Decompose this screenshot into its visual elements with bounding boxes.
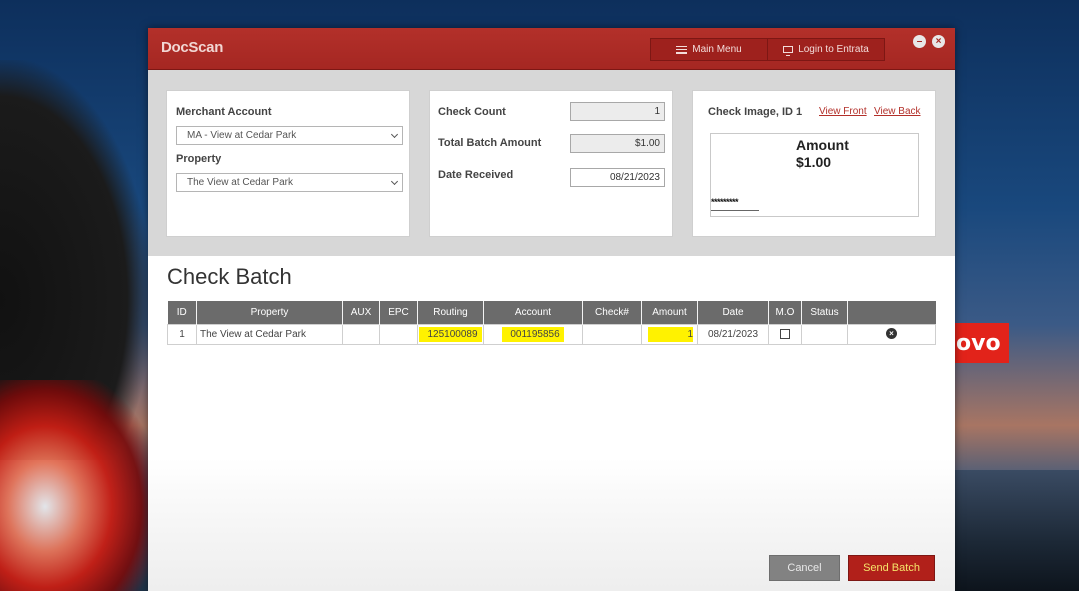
money-order-checkbox[interactable] [780, 328, 790, 339]
column-header-status: Status [801, 301, 848, 324]
main-menu-button[interactable]: Main Menu [651, 39, 767, 60]
column-header-aux: AUX [342, 301, 380, 324]
column-header-actions [847, 301, 936, 324]
app-logo: DocScan [161, 39, 224, 56]
cell-account[interactable]: 001195856 [483, 323, 583, 345]
cell-mo [768, 323, 802, 345]
title-bar: DocScan Main Menu Login to Entrata – × [148, 28, 955, 70]
main-menu-label: Main Menu [692, 44, 742, 55]
desktop-swirl [0, 380, 150, 591]
account-value: 001195856 [502, 326, 564, 342]
check-amount-label: Amount [796, 137, 849, 153]
column-header-check-number: Check# [582, 301, 642, 324]
login-entrata-label: Login to Entrata [798, 44, 869, 55]
column-header-property: Property [196, 301, 343, 324]
cell-date[interactable]: 08/21/2023 [697, 323, 769, 345]
cell-aux[interactable] [342, 323, 380, 345]
check-line [711, 210, 759, 211]
check-batch-title: Check Batch [167, 264, 292, 289]
merchant-account-select[interactable]: MA - View at Cedar Park [176, 126, 403, 145]
view-front-link[interactable]: View Front [819, 106, 867, 117]
cell-actions: × [847, 323, 936, 345]
column-header-id: ID [167, 301, 197, 324]
monitor-icon [783, 46, 794, 56]
check-summary-panel: Check Count 1 Total Batch Amount $1.00 D… [429, 90, 673, 237]
column-header-date: Date [697, 301, 769, 324]
cell-amount[interactable]: 1 [641, 323, 698, 345]
check-stars: ********* [711, 197, 739, 207]
desktop-sea [954, 470, 1079, 591]
top-menu: Main Menu Login to Entrata [650, 38, 885, 61]
column-header-mo: M.O [768, 301, 802, 324]
total-batch-amount-field: $1.00 [570, 134, 665, 153]
check-image-title: Check Image, ID 1 [708, 106, 803, 118]
cell-status [801, 323, 848, 345]
cell-check-number[interactable] [582, 323, 642, 345]
check-count-field: 1 [570, 102, 665, 121]
table-row[interactable]: 1 The View at Cedar Park 125100089 00119… [167, 323, 936, 345]
column-header-account: Account [483, 301, 583, 324]
column-header-routing: Routing [417, 301, 484, 324]
minimize-button[interactable]: – [913, 35, 926, 48]
docscan-window: DocScan Main Menu Login to Entrata – × M… [148, 28, 955, 591]
date-received-label: Date Received [438, 169, 514, 181]
send-batch-button[interactable]: Send Batch [848, 555, 935, 581]
check-count-label: Check Count [438, 106, 506, 118]
routing-value: 125100089 [419, 326, 482, 342]
brand-badge: ovo [954, 323, 1009, 363]
view-back-link[interactable]: View Back [874, 106, 921, 117]
chevron-down-icon [390, 177, 399, 186]
column-header-amount: Amount [641, 301, 698, 324]
total-batch-amount-label: Total Batch Amount [438, 137, 542, 149]
cancel-button[interactable]: Cancel [769, 555, 840, 581]
check-image[interactable]: Amount $1.00 ********* [710, 133, 919, 217]
login-entrata-button[interactable]: Login to Entrata [767, 39, 884, 60]
property-select[interactable]: The View at Cedar Park [176, 173, 403, 192]
cell-routing[interactable]: 125100089 [417, 323, 484, 345]
merchant-panel: Merchant Account MA - View at Cedar Park… [166, 90, 410, 237]
hamburger-icon [676, 45, 688, 54]
batch-info-area: Merchant Account MA - View at Cedar Park… [148, 70, 955, 256]
cell-property[interactable]: The View at Cedar Park [196, 323, 343, 345]
close-circle-icon[interactable]: × [886, 328, 897, 340]
check-amount-value: $1.00 [796, 154, 832, 170]
date-received-field[interactable]: 08/21/2023 [570, 168, 665, 187]
cell-epc[interactable] [379, 323, 418, 345]
check-batch-table: ID Property AUX EPC Routing Account Chec… [167, 301, 936, 345]
check-image-panel: Check Image, ID 1 View Front View Back A… [692, 90, 936, 237]
close-button[interactable]: × [932, 35, 945, 48]
chevron-down-icon [390, 130, 399, 139]
column-header-epc: EPC [379, 301, 418, 324]
property-value: The View at Cedar Park [187, 177, 293, 188]
property-label: Property [176, 153, 222, 165]
merchant-account-value: MA - View at Cedar Park [187, 130, 297, 141]
merchant-account-label: Merchant Account [176, 106, 272, 118]
table-header-row: ID Property AUX EPC Routing Account Chec… [167, 301, 936, 324]
cell-id: 1 [167, 323, 197, 345]
amount-value: 1 [648, 326, 693, 342]
